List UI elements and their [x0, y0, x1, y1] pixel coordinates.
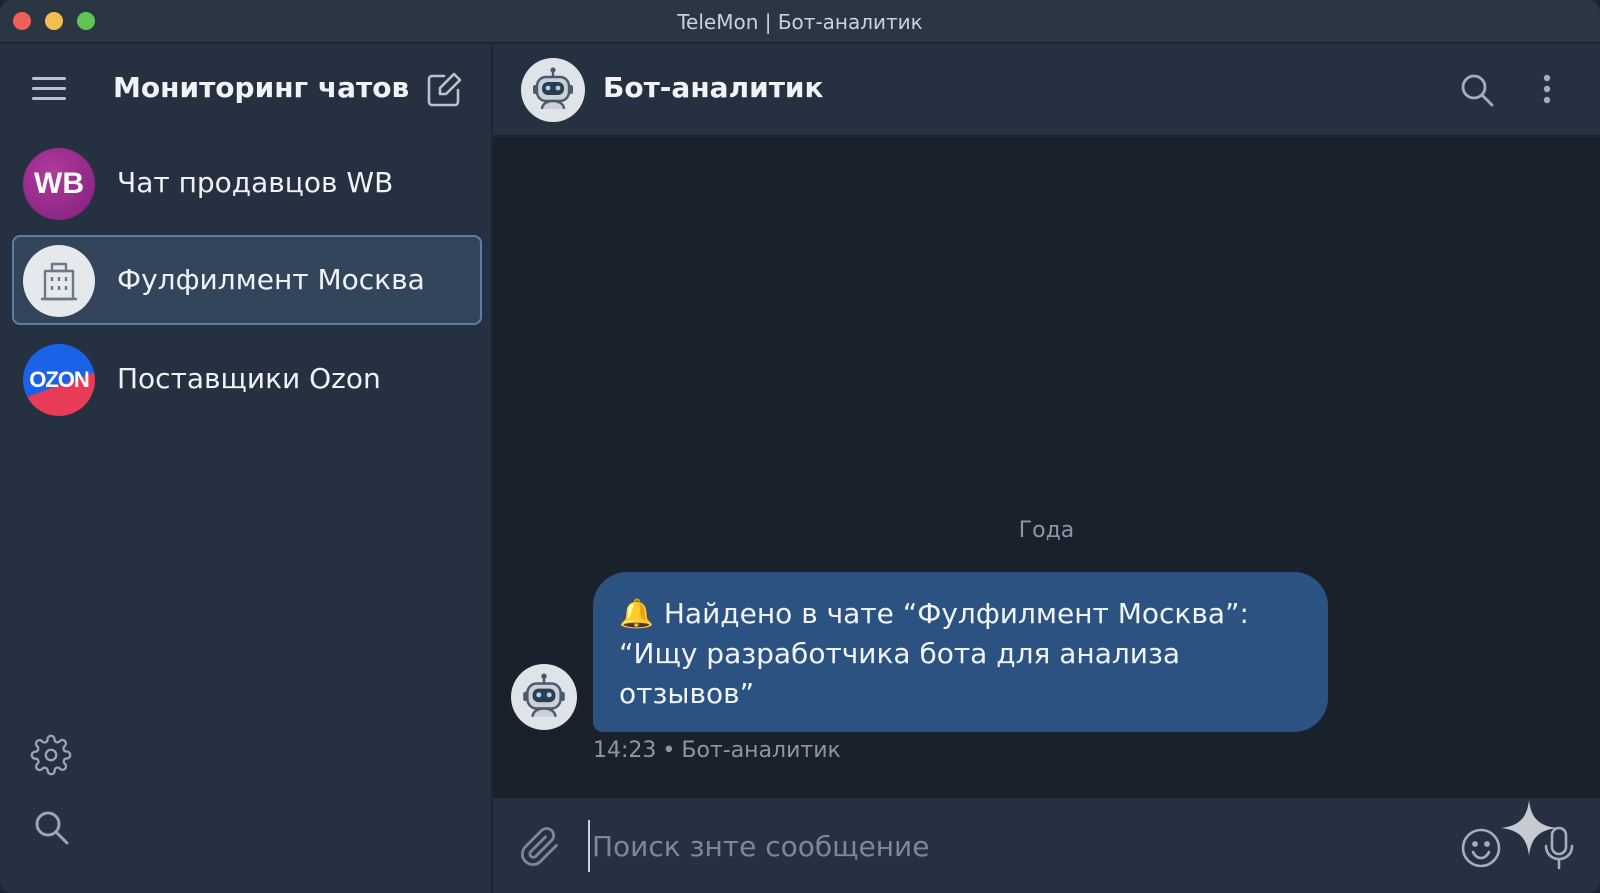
sparkle-icon	[1499, 798, 1559, 858]
message-input[interactable]	[588, 820, 1408, 872]
sidebar: Мониторинг чатов WB Чат продавцов WB Фул…	[0, 44, 492, 893]
message-text: 🔔 Найдено в чате “Фулфилмент Москва”: “Ищ…	[619, 594, 1302, 714]
chat-header: Бот-аналитик	[493, 44, 1600, 136]
message-area[interactable]: Года 🔔 Найдено в чате “Фулфилмент Москва”…	[493, 137, 1600, 797]
chat-item-label: Чат продавцов WB	[117, 166, 394, 199]
chat-item-label: Фулфилмент Москва	[117, 263, 425, 296]
chat-item-fulfillment-moscow[interactable]: Фулфилмент Москва	[12, 235, 482, 325]
robot-avatar-icon[interactable]	[521, 58, 585, 122]
chat-item-ozon-suppliers[interactable]: OZON Поставщики Ozon	[12, 334, 482, 424]
paperclip-icon[interactable]	[519, 826, 561, 868]
sidebar-header: Мониторинг чатов	[0, 44, 492, 136]
meta-separator: •	[662, 738, 676, 763]
building-icon	[23, 245, 95, 317]
message-meta: 14:23 • Бот-аналитик	[593, 738, 841, 763]
message-sender: Бот-аналитик	[681, 738, 841, 763]
window-title: TeleMon | Бот-аналитик	[677, 10, 923, 34]
hamburger-menu-icon[interactable]	[30, 74, 68, 104]
chat-search-icon[interactable]	[1459, 72, 1495, 108]
gear-icon[interactable]	[30, 734, 72, 776]
title-bar: TeleMon | Бот-аналитик	[0, 0, 1600, 43]
robot-avatar-icon[interactable]	[511, 664, 577, 730]
ozon-avatar: OZON	[23, 344, 95, 416]
message-body: Найдено в чате “Фулфилмент Москва”: “Ищу…	[619, 597, 1249, 710]
more-vertical-icon[interactable]	[1537, 70, 1557, 110]
app-window: TeleMon | Бот-аналитик Мониторинг чатов …	[0, 0, 1600, 893]
chat-item-wb-sellers[interactable]: WB Чат продавцов WB	[12, 138, 482, 228]
wb-avatar: WB	[23, 148, 95, 220]
smiley-icon[interactable]	[1459, 826, 1503, 870]
composer	[493, 797, 1600, 893]
bell-icon: 🔔	[619, 597, 654, 630]
message-bubble[interactable]: 🔔 Найдено в чате “Фулфилмент Москва”: “Ищ…	[593, 572, 1328, 732]
message-time: 14:23	[593, 738, 657, 763]
search-icon[interactable]	[32, 808, 72, 848]
sidebar-title: Мониторинг чатов	[113, 71, 410, 104]
compose-icon[interactable]	[424, 70, 464, 110]
chat-title: Бот-аналитик	[603, 71, 824, 104]
chat-item-label: Поставщики Ozon	[117, 362, 381, 395]
date-separator: Года	[1018, 518, 1075, 543]
